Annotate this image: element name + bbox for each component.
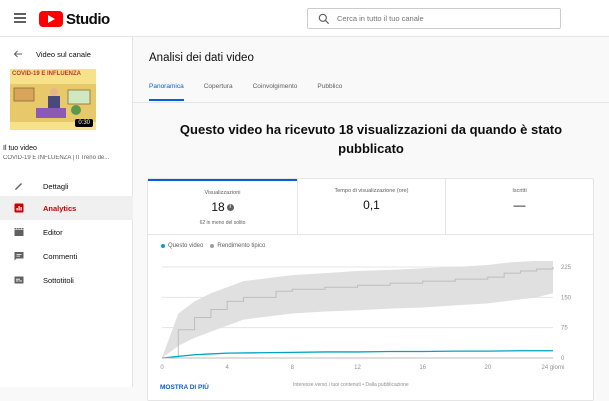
- tabs-divider: [133, 102, 609, 103]
- search-icon: [318, 13, 330, 24]
- chart-x-tick-label: 24 giorni: [541, 365, 564, 371]
- back-label: Video sul canale: [36, 49, 91, 59]
- metric-views[interactable]: Visualizzazioni 18 i 62 in meno del solit…: [148, 179, 297, 235]
- thumbnail-illustration: [10, 84, 96, 122]
- youtube-play-icon: [39, 11, 63, 27]
- this-video-line: [161, 350, 553, 359]
- metrics-card: Visualizzazioni 18 i 62 in meno del solit…: [147, 178, 594, 401]
- metric-value: 18 i: [148, 200, 297, 214]
- chart-y-tick-label: 225: [561, 265, 572, 271]
- chart-x-tick-label: 8: [291, 365, 295, 371]
- analytics-icon: [14, 203, 24, 213]
- metric-label: Visualizzazioni: [204, 190, 241, 196]
- chart-x-tick-label: 16: [419, 365, 426, 371]
- chart-y-tick-label: 0: [561, 356, 565, 362]
- sidebar-item-label: Analytics: [43, 203, 77, 213]
- views-line-chart: 225 150 75 0 0 4 8 12 16 20 24 giorni: [160, 261, 572, 371]
- show-more-link[interactable]: MOSTRA DI PIÙ: [160, 384, 209, 391]
- info-icon[interactable]: i: [226, 204, 234, 212]
- chart-x-tick-label: 4: [225, 365, 229, 371]
- sidebar-item-label: Sottotitoli: [43, 275, 74, 285]
- chart-y-tick-label: 150: [561, 295, 572, 301]
- video-subtitle: COVID-19 E INFLUENZA | Il Treno de...: [3, 155, 110, 161]
- metric-label: Tempo di visualizzazione (ore): [334, 188, 409, 194]
- chart-legend: Questo video Rendimento tipico: [161, 243, 265, 249]
- legend-label-typical: Rendimento tipico: [217, 243, 266, 249]
- footer-note: Interesse verso i tuoi contenuti • Dalla…: [293, 382, 409, 388]
- metric-note: 62 in meno del solito: [199, 220, 246, 226]
- chart-y-tick-label: 75: [561, 326, 568, 332]
- sidebar-item-commenti[interactable]: Commenti: [0, 244, 133, 268]
- search-box[interactable]: [307, 8, 561, 29]
- top-bar: Studio: [0, 0, 609, 37]
- analytics-tabs: Panoramica Copertura Coinvolgimento Pubb…: [149, 83, 362, 101]
- views-headline: Questo video ha ricevuto 18 visualizzazi…: [179, 122, 563, 156]
- sidebar: Video sul canale COVID-19 E INFLUENZA 0:…: [0, 37, 133, 387]
- sidebar-item-label: Commenti: [43, 251, 78, 261]
- video-thumbnail[interactable]: COVID-19 E INFLUENZA 0:30: [10, 69, 96, 130]
- search-input[interactable]: [337, 14, 557, 23]
- metric-label: Iscritti: [512, 188, 527, 194]
- legend-dot-this-video: [161, 244, 165, 248]
- metric-subscribers[interactable]: Iscritti —: [446, 179, 593, 235]
- thumbnail-title: COVID-19 E INFLUENZA: [12, 71, 82, 77]
- main-content: Analisi dei dati video Panoramica Copert…: [133, 37, 609, 401]
- metric-watch-time[interactable]: Tempo di visualizzazione (ore) 0,1: [297, 179, 446, 235]
- tab-coinvolgimento[interactable]: Coinvolgimento: [253, 83, 298, 101]
- legend-dot-typical: [210, 244, 215, 248]
- back-to-videos-link[interactable]: Video sul canale: [0, 47, 133, 61]
- arrow-back-icon: [13, 50, 22, 58]
- tab-copertura[interactable]: Copertura: [204, 83, 233, 101]
- chart-x-tick-label: 20: [484, 365, 491, 371]
- studio-logo[interactable]: Studio: [39, 10, 110, 28]
- sidebar-item-label: Editor: [43, 227, 63, 237]
- tab-panoramica[interactable]: Panoramica: [149, 83, 184, 101]
- logo-text: Studio: [66, 10, 110, 28]
- metric-value: 0,1: [363, 198, 380, 212]
- video-title: Il tuo video: [3, 145, 37, 152]
- hamburger-menu-icon[interactable]: [14, 13, 26, 23]
- video-duration-badge: 0:30: [75, 119, 93, 127]
- sidebar-item-dettagli[interactable]: Dettagli: [0, 174, 133, 198]
- subtitles-icon: [14, 276, 24, 284]
- pencil-icon: [15, 183, 22, 190]
- legend-label-this-video: Questo video: [168, 243, 204, 249]
- sidebar-item-label: Dettagli: [43, 181, 69, 191]
- chart-x-tick-label: 0: [160, 365, 164, 371]
- tab-pubblico[interactable]: Pubblico: [317, 83, 342, 101]
- page-title: Analisi dei dati video: [149, 52, 254, 64]
- sidebar-item-editor[interactable]: Editor: [0, 220, 133, 244]
- sidebar-item-sottotitoli[interactable]: Sottotitoli: [0, 268, 133, 292]
- sidebar-item-analytics[interactable]: Analytics: [0, 196, 133, 220]
- chart-x-tick-label: 12: [354, 365, 361, 371]
- comment-icon: [14, 252, 24, 261]
- clapperboard-icon: [14, 227, 24, 236]
- metric-value: —: [513, 198, 526, 212]
